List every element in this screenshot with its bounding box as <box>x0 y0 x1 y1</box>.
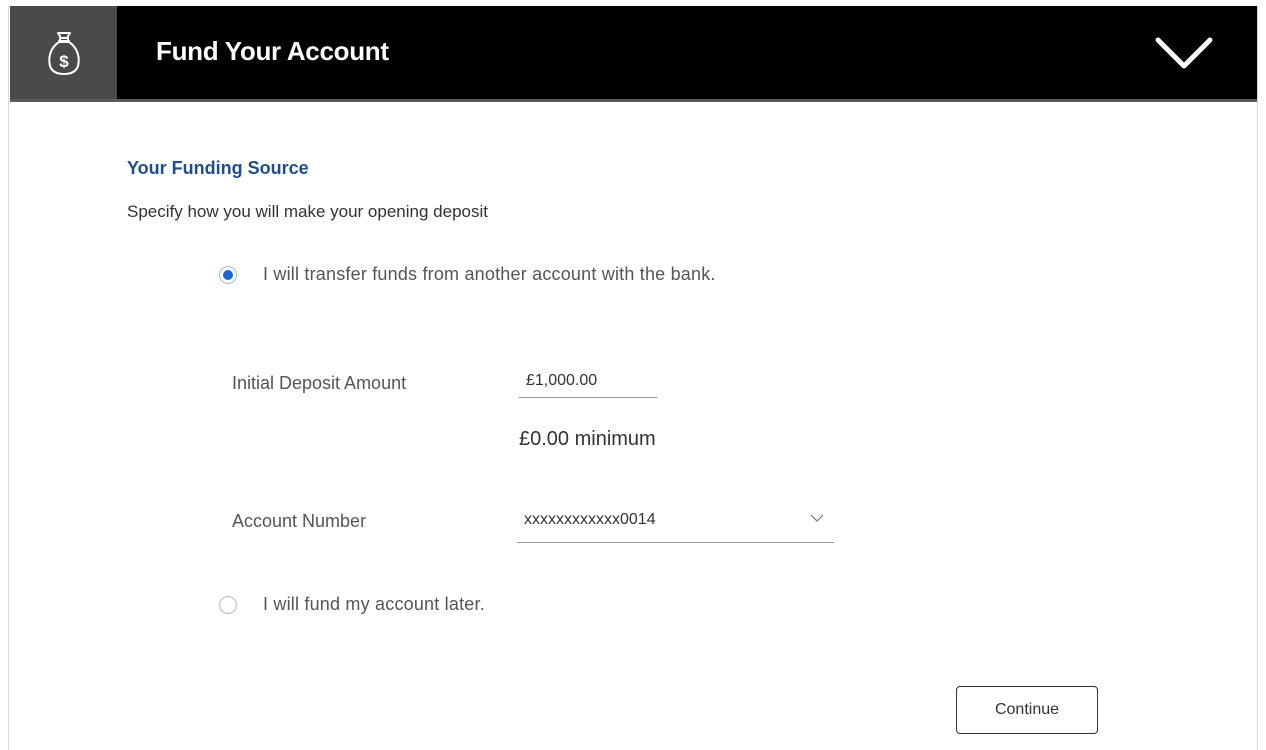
initial-deposit-input[interactable] <box>519 364 657 398</box>
section-title: Your Funding Source <box>127 158 309 178</box>
option-transfer-funds[interactable]: I will transfer funds from another accou… <box>219 264 716 285</box>
continue-button[interactable]: Continue <box>956 686 1098 734</box>
radio-transfer-funds[interactable] <box>219 265 237 284</box>
section-description: Specify how you will make your opening d… <box>127 202 488 221</box>
initial-deposit-label: Initial Deposit Amount <box>232 373 407 393</box>
option-fund-later[interactable]: I will fund my account later. <box>219 594 485 615</box>
minimum-amount-note: £0.00 minimum <box>519 428 656 450</box>
dropdown-chevron-icon <box>810 514 824 522</box>
money-bag-icon: $ <box>47 31 80 75</box>
svg-text:$: $ <box>59 52 69 71</box>
header-icon-box: $ <box>10 6 117 99</box>
radio-fund-later[interactable] <box>219 595 237 614</box>
account-number-label: Account Number <box>232 511 367 531</box>
panel-header[interactable]: $ Fund Your Account <box>10 6 1257 102</box>
chevron-down-icon[interactable] <box>1155 34 1213 74</box>
option-transfer-label: I will transfer funds from another accou… <box>263 264 716 284</box>
account-number-select[interactable]: xxxxxxxxxxxx0014 <box>517 503 834 543</box>
page-title: Fund Your Account <box>156 36 389 66</box>
option-fund-later-label: I will fund my account later. <box>263 594 485 614</box>
account-number-value: xxxxxxxxxxxx0014 <box>524 511 656 528</box>
